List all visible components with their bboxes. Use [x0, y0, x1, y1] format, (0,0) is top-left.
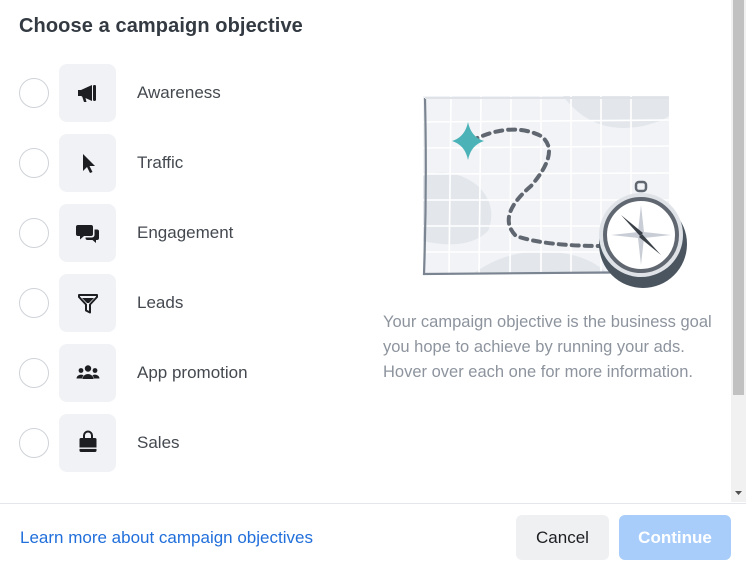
dialog-title: Choose a campaign objective	[19, 15, 303, 37]
objective-option-awareness[interactable]: Awareness	[0, 64, 340, 122]
cursor-icon	[82, 154, 95, 173]
objective-help-text: Your campaign objective is the business …	[383, 313, 712, 381]
objective-option-leads[interactable]: Leads	[0, 274, 340, 332]
objective-label-leads: Leads	[137, 293, 184, 312]
objective-label-sales: Sales	[137, 433, 180, 452]
cancel-button[interactable]: Cancel	[516, 515, 609, 560]
icon-tile-sales	[59, 414, 116, 472]
objective-label-awareness: Awareness	[137, 83, 221, 102]
funnel-icon	[77, 294, 98, 314]
icon-tile-awareness	[59, 64, 116, 122]
shopping-bag-icon	[79, 430, 96, 452]
icon-tile-leads	[59, 274, 116, 332]
objective-option-app-promotion[interactable]: App promotion	[0, 344, 340, 402]
campaign-objective-dialog: Choose a campaign objective Awareness Tr…	[0, 0, 746, 568]
objective-label-engagement: Engagement	[137, 223, 234, 242]
footer-divider	[0, 503, 746, 504]
people-icon	[76, 365, 99, 379]
objective-label-traffic: Traffic	[137, 153, 184, 172]
radio-sales[interactable]	[19, 428, 49, 458]
scroll-down-arrow-icon[interactable]	[733, 488, 744, 498]
icon-tile-engagement	[59, 204, 116, 262]
map-compass-illustration	[422, 95, 687, 288]
radio-awareness[interactable]	[19, 78, 49, 108]
radio-app-promotion[interactable]	[19, 358, 49, 388]
learn-more-link[interactable]: Learn more about campaign objectives	[20, 528, 313, 548]
objective-option-traffic[interactable]: Traffic	[0, 134, 340, 192]
scrollbar-thumb[interactable]	[733, 0, 744, 395]
objective-label-app-promotion: App promotion	[137, 363, 248, 382]
megaphone-icon	[77, 85, 96, 102]
radio-leads[interactable]	[19, 288, 49, 318]
objective-option-engagement[interactable]: Engagement	[0, 204, 340, 262]
radio-traffic[interactable]	[19, 148, 49, 178]
chat-bubbles-icon	[75, 225, 99, 243]
icon-tile-traffic	[59, 134, 116, 192]
continue-button[interactable]: Continue	[619, 515, 731, 560]
radio-engagement[interactable]	[19, 218, 49, 248]
icon-tile-app-promotion	[59, 344, 116, 402]
objective-option-sales[interactable]: Sales	[0, 414, 340, 472]
